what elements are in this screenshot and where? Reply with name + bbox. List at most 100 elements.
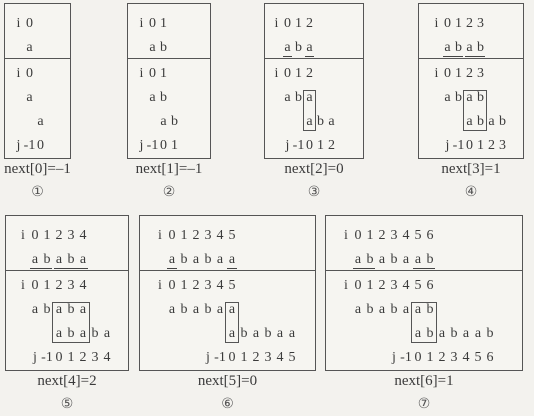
i-index: 1 <box>180 278 188 293</box>
pattern-char: a <box>31 252 39 267</box>
i-label: i <box>158 228 162 243</box>
j-index: 5 <box>288 350 296 365</box>
i-index: 1 <box>366 278 374 293</box>
i-index: 3 <box>204 278 212 293</box>
pattern-char: a <box>168 252 176 267</box>
j-index: 4 <box>103 350 111 365</box>
panel-divider <box>5 58 70 59</box>
pattern-char: b <box>295 40 302 55</box>
i-index: 2 <box>378 228 386 243</box>
i-index: 0 <box>168 278 176 293</box>
i-index: 2 <box>306 16 313 31</box>
i-label: i <box>274 16 279 31</box>
i-label: i <box>16 66 21 81</box>
i-index: 1 <box>455 66 462 81</box>
shifted-pattern-char: a <box>488 114 495 129</box>
i-index: 1 <box>43 278 51 293</box>
pattern-char: a <box>216 252 224 267</box>
panel-divider <box>326 270 522 271</box>
i-index: 4 <box>402 278 410 293</box>
j-index: 1 <box>67 350 75 365</box>
pattern-char: b <box>43 252 51 267</box>
pattern-char: b <box>426 252 434 267</box>
i-index: 3 <box>390 278 398 293</box>
next-value-caption: next[1]=–1 <box>135 161 203 177</box>
step-number: ⑥ <box>221 396 234 412</box>
shifted-pattern-char: a <box>37 114 44 129</box>
j-index: 6 <box>486 350 494 365</box>
i-index: 1 <box>43 228 51 243</box>
shifted-pattern-char: b <box>91 326 99 341</box>
next-value-caption: next[5]=0 <box>197 373 258 389</box>
i-index: 0 <box>149 66 156 81</box>
i-index: 6 <box>426 228 434 243</box>
next-value-caption: next[6]=1 <box>394 373 454 389</box>
pattern-char: b <box>390 302 398 317</box>
next-value-caption: next[0]=–1 <box>4 161 71 177</box>
shifted-pattern-char: a <box>438 326 446 341</box>
shifted-pattern-char: a <box>160 114 167 129</box>
i-label: i <box>434 16 439 31</box>
matching-prefix-suffix-underline <box>413 268 435 269</box>
pattern-char: b <box>67 252 75 267</box>
pattern-char: a <box>31 302 39 317</box>
i-index: 3 <box>67 278 75 293</box>
step-panel-2: i 0 1 a b i 0 1 a b a b j -1 0 1 <box>127 3 211 159</box>
i-label: i <box>274 66 279 81</box>
i-index: 0 <box>26 66 33 81</box>
i-index: 0 <box>26 16 33 31</box>
step-panel-3: i 0 1 2 a b a i 0 1 2 a b a a b a j -1 0 1 2 <box>264 3 364 159</box>
pattern-char: a <box>26 90 33 105</box>
shifted-pattern-char: b <box>264 326 272 341</box>
matching-prefix-suffix-underline <box>30 268 52 269</box>
step-panel-4: i 0 1 2 3 a b a b i 0 1 2 3 a b a b a b a b j -1 0 1 2 3 <box>418 3 524 159</box>
shifted-pattern-char: b <box>240 326 248 341</box>
j-index: 5 <box>474 350 482 365</box>
pattern-char: a <box>444 90 451 105</box>
shifted-pattern-char: a <box>328 114 335 129</box>
pattern-char: a <box>378 302 386 317</box>
j-index: 3 <box>450 350 458 365</box>
pattern-char: b <box>204 252 212 267</box>
i-index: 5 <box>228 228 236 243</box>
shifted-pattern-char: b <box>486 326 494 341</box>
j-index: 0 <box>55 350 63 365</box>
panel-divider <box>419 58 523 59</box>
i-index: 0 <box>31 278 39 293</box>
matching-prefix-suffix-underline <box>283 56 292 57</box>
i-index: 1 <box>295 16 302 31</box>
matching-prefix-suffix-underline <box>443 56 463 57</box>
i-index: 1 <box>160 16 167 31</box>
i-index: 0 <box>444 66 451 81</box>
i-index: 4 <box>79 228 87 243</box>
pattern-char: a <box>192 302 200 317</box>
step-panel-1: i 0 a i 0 a a j -1 0 <box>4 3 71 159</box>
pattern-char: a <box>79 252 87 267</box>
step-panel-6: i 0 1 2 3 4 5 a b a b a a i 0 1 2 3 4 5 a b a b a a a b a b a a j -1 0 1 2 3 4… <box>139 215 316 371</box>
j-index: 3 <box>91 350 99 365</box>
pattern-char: b <box>366 252 374 267</box>
step-number: ⑦ <box>417 396 431 412</box>
j-index: 4 <box>462 350 470 365</box>
pattern-char: a <box>168 302 176 317</box>
i-index: 1 <box>180 228 188 243</box>
i-index: 2 <box>466 66 473 81</box>
i-label: i <box>434 66 439 81</box>
step-panel-5: i 0 1 2 3 4 a b a b a i 0 1 2 3 4 a b a b a a b a b a j -1 0 1 2 3 4 <box>5 215 129 371</box>
shifted-pattern-char: b <box>450 326 458 341</box>
i-index: 1 <box>455 16 462 31</box>
shifted-pattern-char: a <box>103 326 111 341</box>
i-label: i <box>139 16 144 31</box>
step-panel-7: i 0 1 2 3 4 5 6 a b a b a a b i 0 1 2 3 4 5 6 a b a b a a b a b a b a a b j -1… <box>325 215 523 371</box>
i-index: 5 <box>228 278 236 293</box>
i-index: 2 <box>55 228 63 243</box>
shifted-pattern-char: a <box>474 326 482 341</box>
match-highlight-box <box>52 302 90 343</box>
j-index: 2 <box>328 138 335 153</box>
i-label: i <box>21 278 25 293</box>
pattern-char: b <box>180 252 188 267</box>
i-index: 0 <box>284 66 291 81</box>
pattern-char: a <box>284 40 291 55</box>
i-index: 5 <box>414 228 422 243</box>
step-number: ③ <box>307 184 321 200</box>
